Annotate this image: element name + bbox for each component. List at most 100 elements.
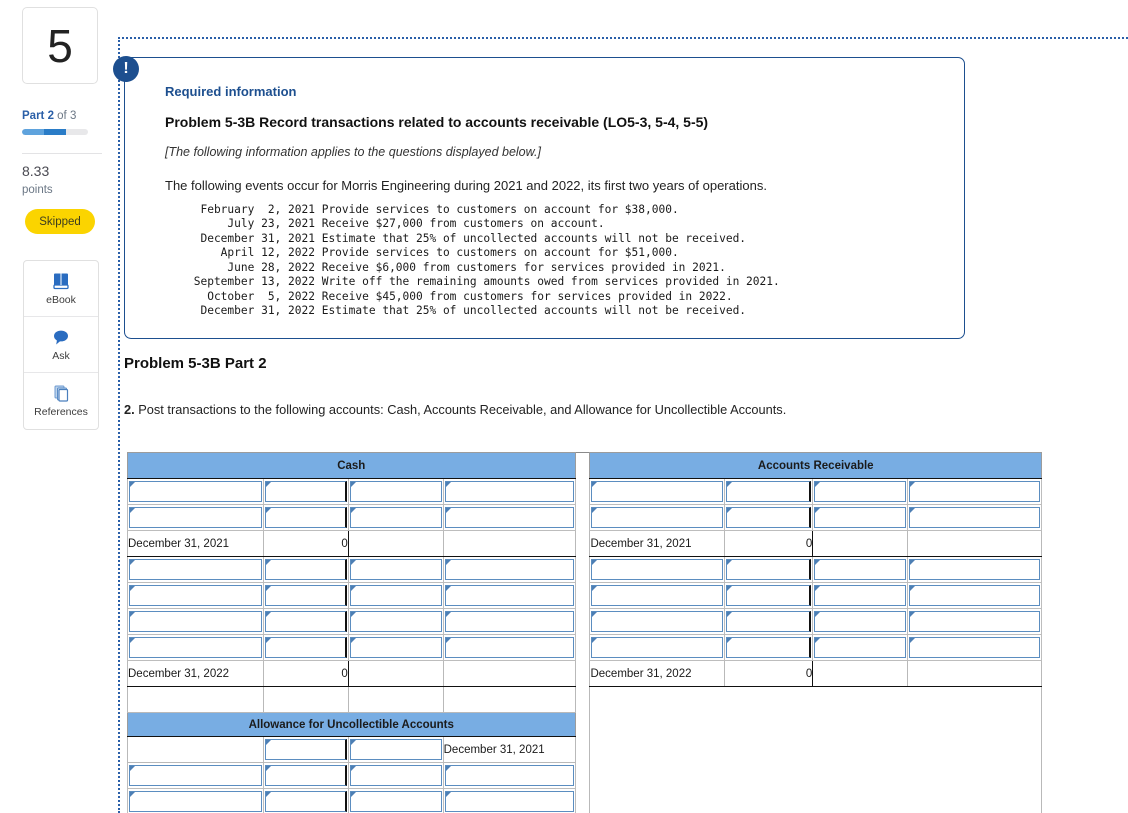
input-box[interactable]	[909, 611, 1040, 632]
input-box[interactable]	[129, 611, 262, 632]
input-box[interactable]	[814, 637, 907, 658]
input-box[interactable]	[814, 559, 907, 580]
input-box[interactable]	[349, 559, 442, 580]
cell-accounts-receivable-debit-amount[interactable]	[724, 556, 814, 583]
input-box[interactable]	[444, 559, 574, 580]
cell-allowance-for-uncollectible-accounts-credit-date[interactable]	[442, 762, 576, 789]
input-box[interactable]	[349, 481, 442, 502]
cell-cash-debit-date[interactable]	[127, 582, 264, 609]
cell-accounts-receivable-credit-date[interactable]	[907, 582, 1042, 609]
cell-cash-credit-amount[interactable]	[347, 556, 444, 583]
input-box[interactable]	[726, 611, 812, 632]
input-box[interactable]	[349, 611, 442, 632]
ebook-button[interactable]: eBook	[24, 261, 98, 317]
input-box[interactable]	[349, 637, 442, 658]
cell-accounts-receivable-credit-date[interactable]	[907, 634, 1042, 661]
cell-cash-debit-date[interactable]	[127, 634, 264, 661]
status-badge[interactable]: Skipped	[25, 209, 95, 234]
cell-accounts-receivable-debit-amount[interactable]	[724, 504, 814, 531]
input-box[interactable]	[349, 507, 442, 528]
cell-allowance-for-uncollectible-accounts-debit-amount[interactable]	[262, 736, 349, 763]
input-box[interactable]	[349, 765, 442, 786]
input-box[interactable]	[591, 481, 724, 502]
input-box[interactable]	[814, 507, 907, 528]
cell-allowance-for-uncollectible-accounts-debit-amount[interactable]	[262, 788, 349, 813]
cell-allowance-for-uncollectible-accounts-debit-amount[interactable]	[262, 762, 349, 789]
cell-accounts-receivable-debit-date[interactable]	[589, 478, 726, 505]
input-box[interactable]	[591, 611, 724, 632]
input-box[interactable]	[814, 585, 907, 606]
input-box[interactable]	[591, 637, 724, 658]
cell-accounts-receivable-credit-amount[interactable]	[812, 504, 909, 531]
input-box[interactable]	[444, 611, 574, 632]
input-box[interactable]	[264, 559, 347, 580]
cell-cash-credit-date[interactable]	[442, 582, 576, 609]
input-box[interactable]	[814, 481, 907, 502]
cell-cash-credit-amount[interactable]	[347, 608, 444, 635]
ask-button[interactable]: Ask	[24, 317, 98, 373]
cell-allowance-for-uncollectible-accounts-debit-date[interactable]	[127, 762, 264, 789]
input-box[interactable]	[264, 611, 347, 632]
input-box[interactable]	[444, 585, 574, 606]
cell-cash-debit-date[interactable]	[127, 608, 264, 635]
cell-cash-debit-date[interactable]	[127, 504, 264, 531]
input-box[interactable]	[264, 481, 347, 502]
input-box[interactable]	[591, 559, 724, 580]
input-box[interactable]	[129, 637, 262, 658]
cell-accounts-receivable-credit-date[interactable]	[907, 478, 1042, 505]
input-box[interactable]	[129, 791, 262, 812]
input-box[interactable]	[264, 507, 347, 528]
cell-accounts-receivable-credit-date[interactable]	[907, 504, 1042, 531]
input-box[interactable]	[349, 585, 442, 606]
cell-accounts-receivable-debit-date[interactable]	[589, 608, 726, 635]
input-box[interactable]	[349, 791, 442, 812]
cell-cash-debit-date[interactable]	[127, 478, 264, 505]
cell-cash-credit-amount[interactable]	[347, 478, 444, 505]
input-box[interactable]	[444, 637, 574, 658]
input-box[interactable]	[591, 507, 724, 528]
input-box[interactable]	[726, 637, 812, 658]
input-box[interactable]	[349, 739, 442, 760]
references-button[interactable]: References	[24, 373, 98, 429]
input-box[interactable]	[726, 507, 812, 528]
input-box[interactable]	[444, 481, 574, 502]
cell-accounts-receivable-debit-amount[interactable]	[724, 634, 814, 661]
cell-cash-credit-date[interactable]	[442, 556, 576, 583]
cell-accounts-receivable-debit-date[interactable]	[589, 634, 726, 661]
input-box[interactable]	[591, 585, 724, 606]
input-box[interactable]	[909, 637, 1040, 658]
input-box[interactable]	[264, 791, 347, 812]
cell-allowance-for-uncollectible-accounts-credit-date[interactable]	[442, 788, 576, 813]
cell-cash-debit-amount[interactable]	[262, 556, 349, 583]
cell-cash-credit-date[interactable]	[442, 634, 576, 661]
cell-cash-debit-amount[interactable]	[262, 504, 349, 531]
cell-cash-credit-date[interactable]	[442, 608, 576, 635]
cell-accounts-receivable-credit-amount[interactable]	[812, 478, 909, 505]
input-box[interactable]	[444, 507, 574, 528]
cell-allowance-for-uncollectible-accounts-credit-amount[interactable]	[347, 762, 444, 789]
input-box[interactable]	[909, 559, 1040, 580]
input-box[interactable]	[264, 637, 347, 658]
input-box[interactable]	[909, 481, 1040, 502]
input-box[interactable]	[129, 507, 262, 528]
input-box[interactable]	[909, 507, 1040, 528]
cell-allowance-for-uncollectible-accounts-credit-amount[interactable]	[347, 788, 444, 813]
input-box[interactable]	[726, 559, 812, 580]
input-box[interactable]	[814, 611, 907, 632]
cell-cash-credit-date[interactable]	[442, 504, 576, 531]
input-box[interactable]	[264, 739, 347, 760]
cell-accounts-receivable-debit-amount[interactable]	[724, 608, 814, 635]
cell-cash-credit-amount[interactable]	[347, 582, 444, 609]
cell-accounts-receivable-credit-date[interactable]	[907, 608, 1042, 635]
input-box[interactable]	[264, 765, 347, 786]
cell-accounts-receivable-credit-amount[interactable]	[812, 556, 909, 583]
input-box[interactable]	[129, 585, 262, 606]
input-box[interactable]	[444, 791, 574, 812]
cell-cash-debit-amount[interactable]	[262, 582, 349, 609]
cell-accounts-receivable-debit-date[interactable]	[589, 582, 726, 609]
cell-allowance-for-uncollectible-accounts-credit-amount[interactable]	[347, 736, 444, 763]
input-box[interactable]	[264, 585, 347, 606]
cell-allowance-for-uncollectible-accounts-debit-date[interactable]	[127, 788, 264, 813]
input-box[interactable]	[726, 585, 812, 606]
input-box[interactable]	[909, 585, 1040, 606]
